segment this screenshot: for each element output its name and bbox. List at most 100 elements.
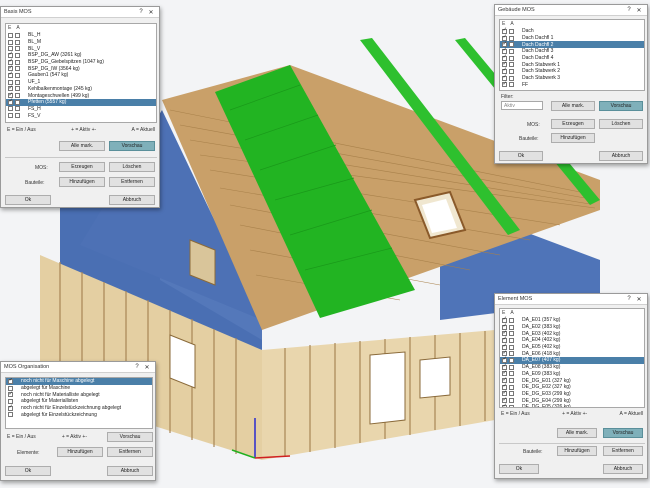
ok-button[interactable]: Ok	[499, 151, 543, 161]
gebaeude-mos-list[interactable]: E A DachDach Dachfl 1Dach Dachfl 2Dach D…	[499, 19, 645, 91]
active-checkbox[interactable]	[509, 357, 514, 363]
active-checkbox[interactable]	[15, 32, 20, 38]
list-item[interactable]: BL_H	[6, 32, 156, 39]
active-checkbox[interactable]	[15, 79, 20, 85]
enable-checkbox[interactable]	[8, 378, 13, 384]
active-checkbox[interactable]	[509, 398, 514, 404]
list-item[interactable]: Montageschwellen (499 kg)	[6, 92, 156, 99]
active-checkbox[interactable]	[509, 324, 514, 330]
select-all-button[interactable]: Alle mark.	[59, 141, 105, 151]
active-checkbox[interactable]	[15, 72, 20, 78]
active-checkbox[interactable]	[509, 378, 514, 384]
help-icon[interactable]: ?	[136, 9, 146, 15]
active-checkbox[interactable]	[15, 66, 20, 72]
list-item[interactable]: Dach Dachfl 1	[500, 34, 644, 42]
active-checkbox[interactable]	[15, 39, 20, 45]
list-item[interactable]: UF_1	[6, 79, 156, 86]
select-all-button[interactable]: Alle mark.	[551, 101, 595, 111]
list-item[interactable]: Pfetten (5557 kg)	[6, 98, 156, 106]
list-item[interactable]: abgelegt für Maschine	[6, 385, 152, 392]
list-item[interactable]: DA_E03 (402 kg)	[500, 330, 644, 337]
active-checkbox[interactable]	[15, 59, 20, 65]
active-checkbox[interactable]	[15, 93, 20, 99]
add-button[interactable]: Hinzufügen	[59, 177, 105, 187]
preview-button[interactable]: Vorschau	[107, 432, 153, 442]
select-all-button[interactable]: Alle mark.	[557, 428, 597, 438]
enable-checkbox[interactable]	[8, 32, 13, 38]
list-item[interactable]: BL_M	[6, 39, 156, 46]
close-icon[interactable]: ✕	[634, 296, 644, 303]
add-button[interactable]: Hinzufügen	[551, 133, 595, 143]
active-checkbox[interactable]	[509, 62, 514, 68]
list-item[interactable]: DA_E04 (402 kg)	[500, 336, 644, 344]
help-icon[interactable]: ?	[132, 364, 142, 370]
active-checkbox[interactable]	[509, 48, 514, 54]
close-icon[interactable]: ✕	[142, 364, 152, 371]
active-checkbox[interactable]	[15, 106, 20, 112]
close-icon[interactable]: ✕	[146, 9, 156, 16]
list-item[interactable]: DA_E01 (357 kg)	[500, 316, 644, 324]
active-checkbox[interactable]	[509, 371, 514, 377]
add-button[interactable]: Hinzufügen	[557, 446, 597, 456]
ok-button[interactable]: Ok	[5, 466, 51, 476]
active-checkbox[interactable]	[509, 317, 514, 323]
preview-button[interactable]: Vorschau	[109, 141, 155, 151]
active-checkbox[interactable]	[15, 99, 20, 105]
element-mos-list[interactable]: E A DA_E01 (357 kg)DA_E02 (383 kg)DA_E03…	[499, 308, 645, 408]
remove-button[interactable]: Entfernen	[107, 447, 153, 457]
enable-checkbox[interactable]	[502, 403, 507, 407]
active-checkbox[interactable]	[509, 75, 514, 81]
list-item[interactable]: DA_E07 (407 kg)	[500, 356, 644, 364]
list-item[interactable]: DA_E09 (383 kg)	[500, 370, 644, 378]
list-item[interactable]: DE_DG_E02 (327 kg)	[500, 383, 644, 391]
preview-button[interactable]: Vorschau	[603, 428, 643, 438]
list-item[interactable]: Dach Dachfl 2	[500, 41, 644, 49]
list-item[interactable]: FS_H	[6, 106, 156, 113]
active-checkbox[interactable]	[509, 82, 514, 88]
help-icon[interactable]: ?	[624, 296, 634, 302]
basis-mos-list[interactable]: E A BL_HBL_MBL_VBSP_DG_AW (3261 kg)BSP_D…	[5, 23, 157, 123]
active-checkbox[interactable]	[15, 52, 20, 58]
remove-button[interactable]: Entfernen	[109, 177, 155, 187]
filter-select[interactable]: Aktiv	[501, 101, 543, 110]
active-checkbox[interactable]	[15, 46, 20, 52]
enable-checkbox[interactable]	[8, 113, 13, 119]
active-checkbox[interactable]	[509, 404, 514, 407]
list-item[interactable]: BSP_DG_Giebelspitzen (1047 kg)	[6, 58, 156, 66]
add-button[interactable]: Hinzufügen	[57, 447, 103, 457]
enable-checkbox[interactable]	[8, 71, 13, 78]
preview-button[interactable]: Vorschau	[599, 101, 643, 111]
active-checkbox[interactable]	[509, 68, 514, 74]
mos-organisation-list[interactable]: noch nicht für Maschine abgelegtabgelegt…	[5, 377, 153, 429]
cancel-button[interactable]: Abbruch	[603, 464, 643, 474]
list-item[interactable]: Kehlbalkenmontage (245 kg)	[6, 85, 156, 93]
list-item[interactable]: Dach Dachfl 4	[500, 54, 644, 62]
enable-checkbox[interactable]	[8, 412, 13, 418]
list-item[interactable]: abgelegt für Einzelstückzeichnung	[6, 411, 152, 418]
list-item[interactable]: Dach Stabwerk 3	[500, 74, 644, 82]
enable-checkbox[interactable]	[8, 39, 13, 45]
list-item[interactable]: DA_E06 (418 kg)	[500, 350, 644, 357]
cancel-button[interactable]: Abbruch	[107, 466, 153, 476]
active-checkbox[interactable]	[15, 113, 20, 119]
list-item[interactable]: Dach Stabwerk 1	[500, 61, 644, 68]
active-checkbox[interactable]	[509, 42, 514, 48]
list-item[interactable]: DE_DG_E03 (299 kg)	[500, 390, 644, 398]
active-checkbox[interactable]	[509, 351, 514, 357]
list-item[interactable]: noch nicht für Maschine abgelegt	[6, 378, 152, 385]
active-checkbox[interactable]	[509, 28, 514, 34]
active-checkbox[interactable]	[509, 391, 514, 397]
enable-checkbox[interactable]	[8, 106, 13, 112]
active-checkbox[interactable]	[509, 331, 514, 337]
active-checkbox[interactable]	[15, 86, 20, 92]
list-item[interactable]: Dach Stabwerk 2	[500, 67, 644, 75]
active-checkbox[interactable]	[509, 384, 514, 390]
cancel-button[interactable]: Abbruch	[109, 195, 155, 205]
create-button[interactable]: Erzeugen	[59, 162, 105, 172]
list-item[interactable]: FF	[500, 81, 644, 89]
remove-button[interactable]: Entfernen	[603, 446, 643, 456]
list-item[interactable]: BSP_DG_AW (3261 kg)	[6, 51, 156, 59]
create-button[interactable]: Erzeugen	[551, 119, 595, 129]
active-checkbox[interactable]	[509, 337, 514, 343]
list-item[interactable]: DA_E02 (383 kg)	[500, 323, 644, 331]
